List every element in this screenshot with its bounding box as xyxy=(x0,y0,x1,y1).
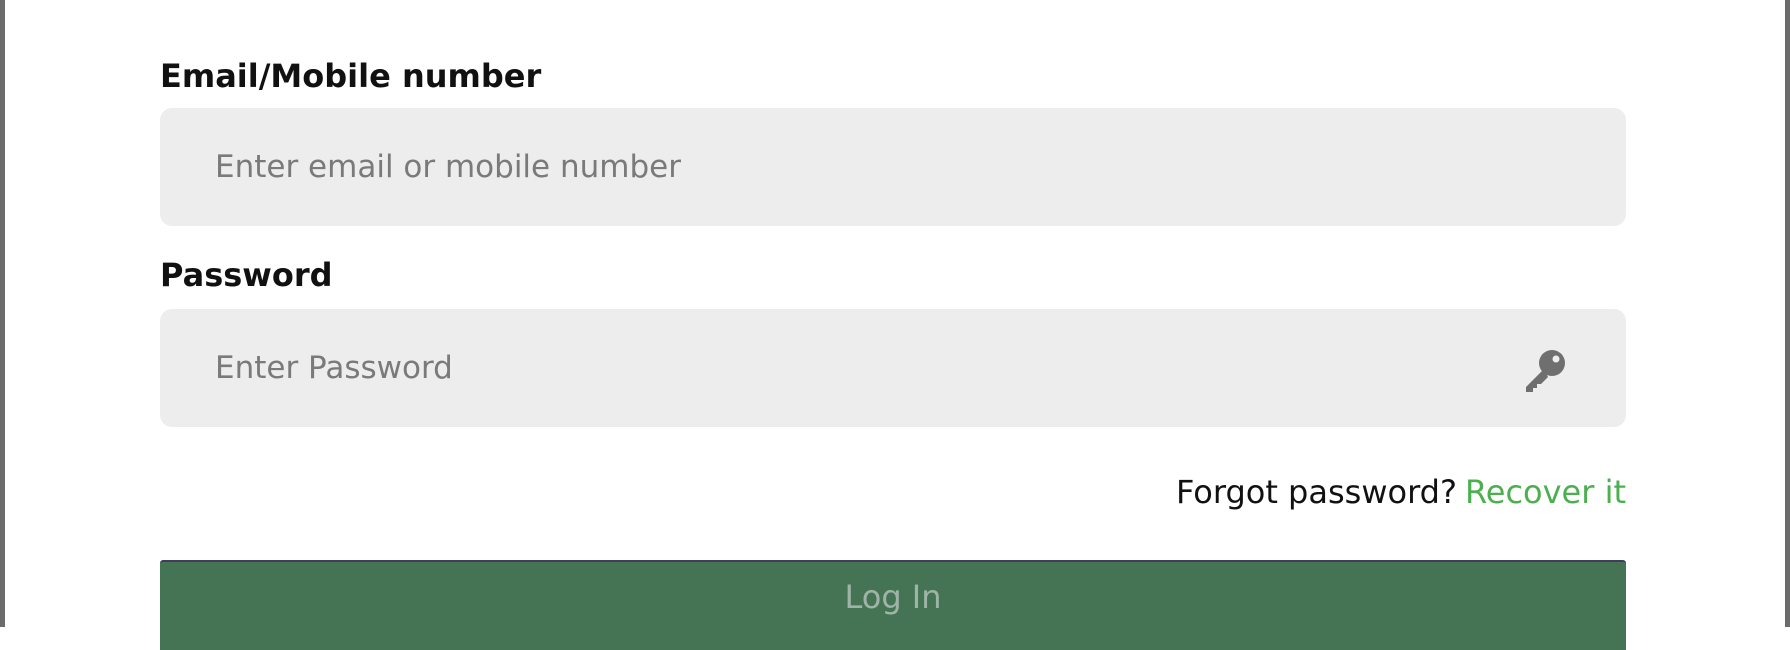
login-button[interactable]: Log In xyxy=(160,560,1626,650)
forgot-password-text: Forgot password? xyxy=(1176,473,1457,511)
password-input[interactable] xyxy=(215,309,1415,427)
password-field-label: Password xyxy=(160,256,333,294)
key-icon[interactable] xyxy=(1522,347,1568,393)
email-input[interactable] xyxy=(215,108,1415,226)
forgot-password-row: Forgot password? Recover it xyxy=(1176,476,1626,508)
window-frame-right xyxy=(1785,0,1790,627)
window-frame-left xyxy=(0,0,5,627)
password-input-container xyxy=(160,309,1626,427)
email-input-container xyxy=(160,108,1626,226)
email-field-label: Email/Mobile number xyxy=(160,57,542,95)
recover-password-link[interactable]: Recover it xyxy=(1465,473,1626,511)
